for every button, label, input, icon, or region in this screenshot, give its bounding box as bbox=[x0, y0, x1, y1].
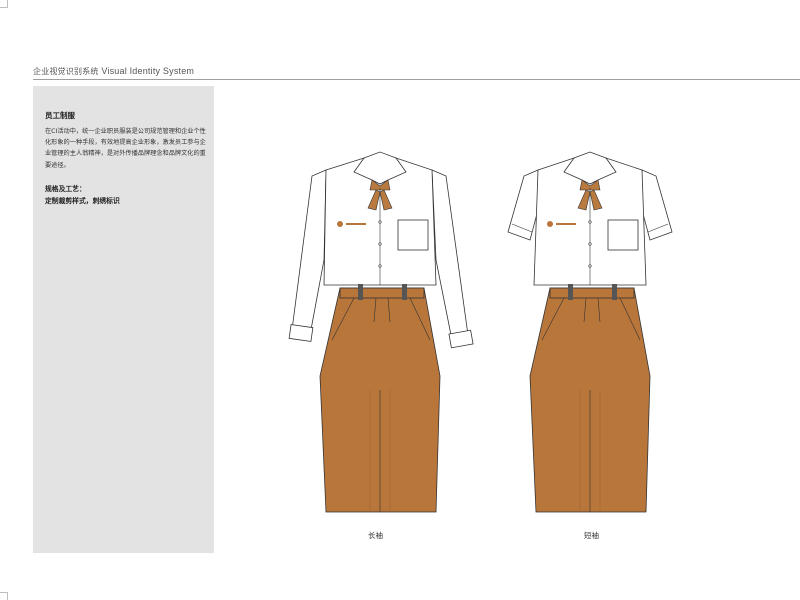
short-sleeve-uniform-drawing bbox=[507, 151, 673, 513]
embroidered-logo-icon bbox=[337, 221, 343, 227]
uniform-short-sleeve-illustration bbox=[500, 140, 680, 530]
uniform-long-sleeve-illustration bbox=[284, 140, 480, 530]
spec-heading: 规格及工艺： bbox=[45, 185, 86, 193]
header-title-en: Visual Identity System bbox=[101, 66, 195, 76]
header-title: 企业视觉识别系统 Visual Identity System bbox=[33, 66, 194, 77]
panel-heading: 员工制服 bbox=[45, 111, 75, 120]
description-panel: 员工制服 在CI活动中，统一企业职员服装是公司规范管理和企业个性化形象的一种手段… bbox=[33, 86, 214, 553]
caption-short-sleeve: 短袖 bbox=[584, 531, 599, 540]
crop-mark-top-left bbox=[0, 0, 8, 8]
caption-long-sleeve: 长袖 bbox=[368, 531, 383, 540]
header-divider bbox=[33, 79, 800, 80]
crop-mark-bottom-left bbox=[0, 592, 8, 600]
spec-detail: 定制裁剪样式，刺绣标识 bbox=[45, 197, 120, 205]
long-sleeve-uniform-drawing bbox=[288, 151, 474, 513]
panel-body-text: 在CI活动中，统一企业职员服装是公司规范管理和企业个性化形象的一种手段，有效地提… bbox=[45, 128, 206, 169]
embroidered-logo-icon bbox=[547, 221, 553, 227]
header-title-cn: 企业视觉识别系统 bbox=[33, 67, 99, 76]
